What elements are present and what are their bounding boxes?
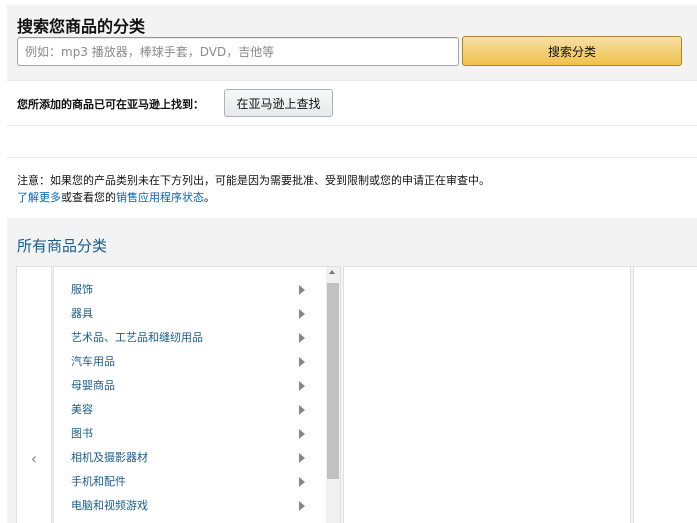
notice-period: 。 [204, 191, 215, 204]
category-item[interactable]: 美容 [54, 400, 326, 424]
find-on-amazon-button[interactable]: 在亚马逊上查找 [224, 89, 333, 117]
search-panel: 搜索您商品的分类 搜索分类 [7, 5, 697, 80]
category-item[interactable]: 汽车用品 [54, 352, 326, 376]
find-on-amazon-row: 您所添加的商品已可在亚马逊上找到： 在亚马逊上查找 [17, 89, 697, 117]
application-status-link[interactable]: 销售应用程序状态 [116, 191, 204, 204]
chevron-left-icon[interactable]: ‹ [27, 450, 41, 468]
category-list-column: 服饰 器具 艺术品、工艺品和缝纫用品 汽车用品 母婴商品 美容 图书 相机及摄影… [53, 266, 341, 523]
category-label: 母婴商品 [71, 379, 115, 392]
search-category-button[interactable]: 搜索分类 [462, 36, 682, 66]
category-search-input[interactable] [17, 37, 459, 66]
chevron-right-icon [299, 477, 305, 487]
notice-links-line: 了解更多或查看您的销售应用程序状态。 [17, 189, 490, 206]
chevron-right-icon [299, 405, 305, 415]
category-item[interactable]: 手机和配件 [54, 472, 326, 496]
chevron-right-icon [299, 429, 305, 439]
category-item[interactable]: 相机及摄影器材 [54, 448, 326, 472]
chevron-right-icon [299, 381, 305, 391]
category-notice: 注意：如果您的产品类别未在下方列出，可能是因为需要批准、受到限制或您的申请正在审… [17, 172, 490, 206]
category-label: 手机和配件 [71, 475, 126, 488]
category-list: 服饰 器具 艺术品、工艺品和缝纫用品 汽车用品 母婴商品 美容 图书 相机及摄影… [54, 280, 326, 520]
divider [7, 80, 697, 81]
category-item[interactable]: 母婴商品 [54, 376, 326, 400]
category-label: 服饰 [71, 283, 93, 296]
category-label: 美容 [71, 403, 93, 416]
chevron-right-icon [299, 357, 305, 367]
category-label: 艺术品、工艺品和缝纫用品 [71, 331, 203, 344]
category-label: 电脑和视频游戏 [71, 499, 148, 512]
scrollbar-thumb[interactable] [327, 283, 339, 479]
category-label: 图书 [71, 427, 93, 440]
learn-more-link[interactable]: 了解更多 [17, 191, 61, 204]
notice-text: 注意：如果您的产品类别未在下方列出，可能是因为需要批准、受到限制或您的申请正在审… [17, 174, 490, 187]
category-item[interactable]: 图书 [54, 424, 326, 448]
search-title: 搜索您商品的分类 [17, 17, 146, 36]
category-scrollbar[interactable] [326, 267, 340, 523]
category-item[interactable]: 服饰 [54, 280, 326, 304]
category-label: 器具 [71, 307, 93, 320]
scroll-up-icon[interactable] [329, 270, 335, 274]
category-item[interactable]: 艺术品、工艺品和缝纫用品 [54, 328, 326, 352]
divider [7, 125, 697, 126]
chevron-right-icon [299, 453, 305, 463]
chevron-right-icon [299, 501, 305, 511]
category-label: 汽车用品 [71, 355, 115, 368]
notice-or-view: 或查看您的 [61, 191, 116, 204]
find-on-amazon-label: 您所添加的商品已可在亚马逊上找到： [17, 98, 204, 111]
subcategory-column [343, 266, 631, 523]
category-item[interactable]: 电脑和视频游戏 [54, 496, 326, 520]
subcategory-column-next [633, 266, 697, 523]
divider [7, 157, 697, 158]
categories-panel: 所有商品分类 ‹ 服饰 器具 艺术品、工艺品和缝纫用品 汽车用品 母婴商品 美容… [7, 218, 697, 523]
chevron-right-icon [299, 333, 305, 343]
previous-column: ‹ [16, 266, 52, 523]
chevron-right-icon [299, 285, 305, 295]
chevron-right-icon [299, 309, 305, 319]
category-item[interactable]: 器具 [54, 304, 326, 328]
category-label: 相机及摄影器材 [71, 451, 148, 464]
categories-heading: 所有商品分类 [17, 237, 108, 255]
